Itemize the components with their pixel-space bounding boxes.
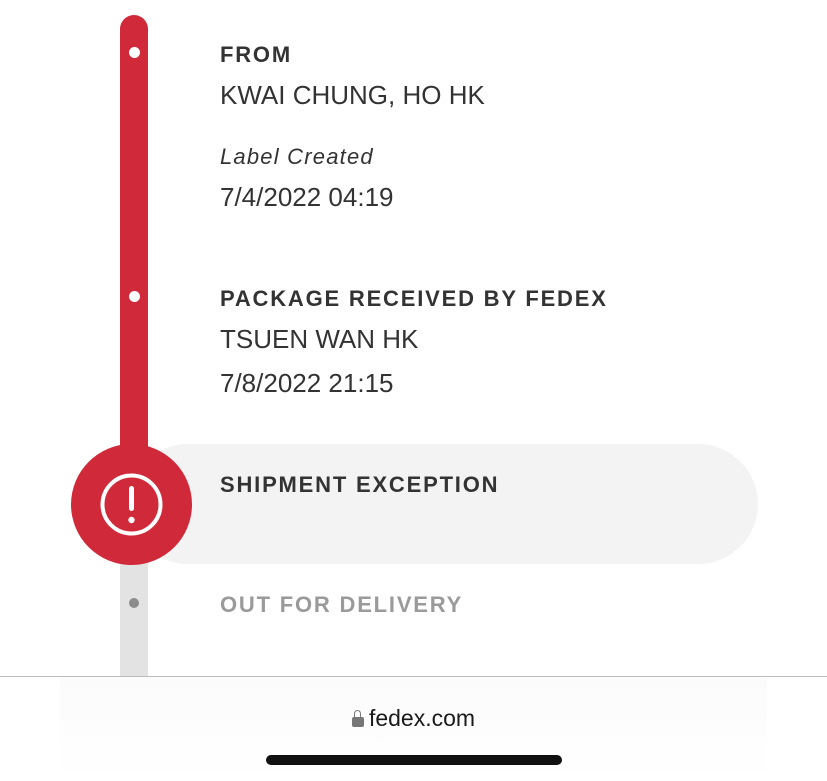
- timeline-dot-received: [129, 291, 140, 302]
- from-location: KWAI CHUNG, HO HK: [220, 80, 485, 110]
- address-bar[interactable]: fedex.com: [0, 705, 827, 732]
- lock-icon: [351, 710, 364, 727]
- from-heading: FROM: [220, 42, 292, 67]
- timeline-track-completed: [120, 15, 148, 475]
- exception-heading: SHIPMENT EXCEPTION: [220, 472, 500, 497]
- received-location: TSUEN WAN HK: [220, 324, 419, 354]
- browser-bottom-bar: fedex.com: [0, 676, 827, 781]
- timeline-dot-delivery: [129, 598, 139, 608]
- url-text: fedex.com: [368, 705, 476, 731]
- from-datetime: 7/4/2022 04:19: [220, 182, 394, 212]
- delivery-heading: OUT FOR DELIVERY: [220, 592, 464, 617]
- from-status: Label Created: [220, 144, 374, 169]
- exclamation-circle-icon: [100, 473, 163, 536]
- received-datetime: 7/8/2022 21:15: [220, 368, 394, 398]
- shipment-exception-card[interactable]: [128, 444, 758, 564]
- exception-status-marker: [71, 444, 192, 565]
- received-heading: PACKAGE RECEIVED BY FEDEX: [220, 286, 608, 311]
- timeline-dot-from: [129, 47, 140, 58]
- home-indicator[interactable]: [266, 755, 562, 765]
- tracking-page: FROM KWAI CHUNG, HO HK Label Created 7/4…: [0, 0, 827, 781]
